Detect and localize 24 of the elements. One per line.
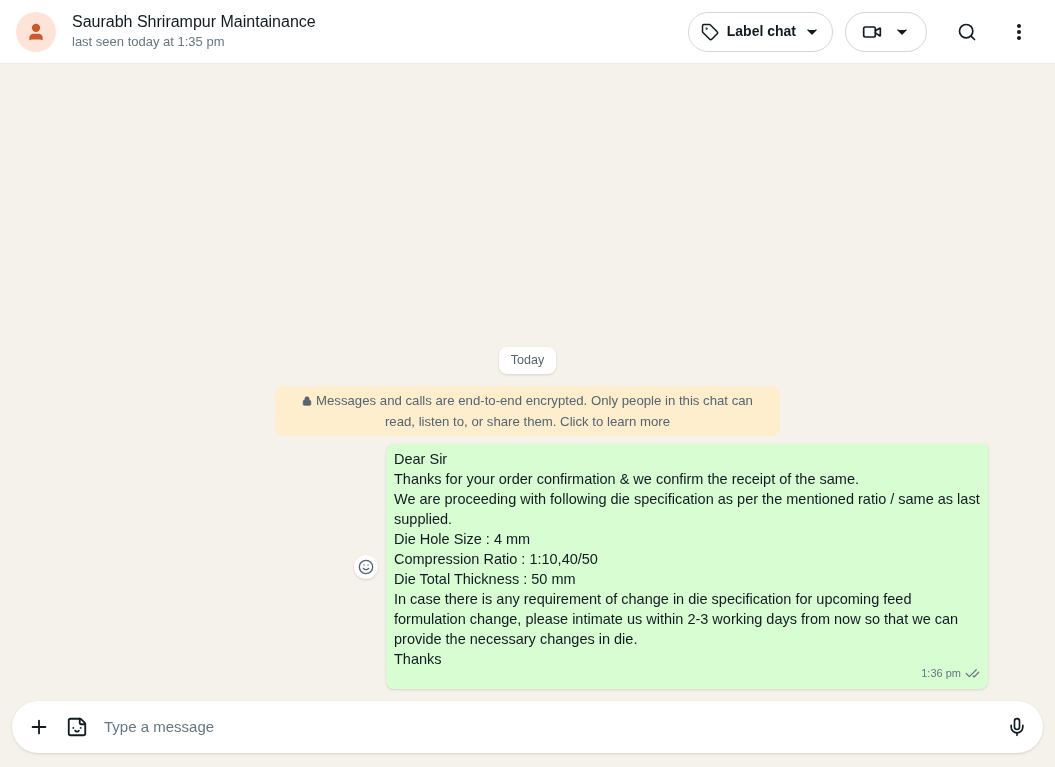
avatar-icon[interactable]	[16, 11, 56, 52]
message-line: Thanks for your order confirmation & we confirm the receipt of the same.	[394, 470, 860, 489]
contact-name[interactable]: Saurabh Shrirampur Maintainance	[72, 11, 676, 32]
message-line: Thanks	[394, 650, 443, 669]
message-composer[interactable]: Type a message	[12, 701, 1043, 753]
microphone-button[interactable]	[1007, 717, 1027, 737]
date-divider: Today	[498, 347, 557, 374]
message-line: Dear Sir	[394, 450, 449, 469]
last-seen-status: last seen today at 1:35 pm	[72, 32, 226, 51]
tag-icon	[700, 22, 719, 41]
emoji-reaction-button[interactable]	[354, 554, 378, 579]
message-input[interactable]: Type a message	[104, 715, 991, 739]
sticker-button[interactable]	[66, 716, 88, 738]
search-icon	[957, 21, 977, 42]
encryption-text: Messages and calls are end-to-end encrypted. Only people in this chat can read, listen to, or share them. Click to learn more	[316, 393, 753, 429]
message-line: Die Total Thickness : 50 mm	[394, 570, 577, 589]
message-line: In case there is any requirement of change in die specification for upcoming feed formulation change, please intimate us within 2-3 working days from now so that we can provide the necessary changes in die.	[394, 590, 960, 649]
encryption-notice[interactable]: Messages and calls are end-to-end encrypted. Only people in this chat can read, listen to, or share them. Click to learn more	[275, 386, 780, 436]
lock-icon	[302, 395, 313, 406]
message-line: We are proceeding with following die specification as per the mentioned ratio / same as last supplied.	[394, 490, 980, 529]
message-line: Die Hole Size : 4 mm	[394, 530, 532, 549]
message-time: 1:36 pm	[921, 666, 961, 681]
message-line: Compression Ratio : 1:10,40/50	[394, 550, 599, 569]
menu-icon	[1017, 23, 1021, 40]
